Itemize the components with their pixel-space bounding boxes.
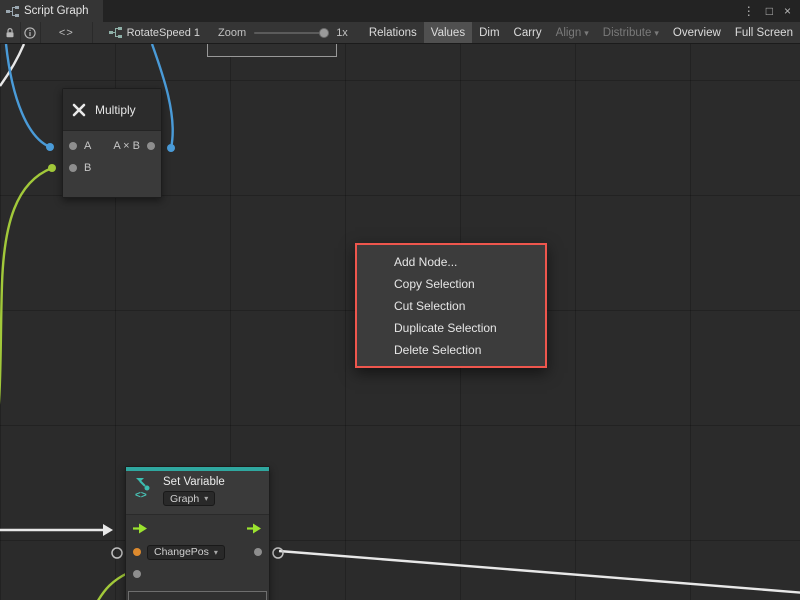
tab-bar: Script Graph ⋮ □ × bbox=[0, 0, 800, 22]
close-icon[interactable]: × bbox=[784, 4, 791, 18]
wire-white-flow-out bbox=[279, 551, 800, 593]
chevron-down-icon: ▾ bbox=[654, 22, 659, 44]
wire-blue-input-a bbox=[6, 44, 50, 147]
port-label-a: A bbox=[84, 140, 91, 152]
node-set-variable[interactable]: <> Set Variable Graph ▾ bbox=[125, 466, 270, 600]
fullscreen-button[interactable]: Full Screen bbox=[728, 22, 800, 44]
zoom-label: Zoom bbox=[218, 27, 246, 39]
code-view-button[interactable]: <> bbox=[41, 22, 92, 44]
input-value-port[interactable] bbox=[133, 570, 141, 578]
svg-text:<>: <> bbox=[135, 490, 147, 499]
port-row: A A × B bbox=[69, 135, 155, 157]
multiply-node-header: Multiply bbox=[63, 89, 161, 131]
set-variable-header: <> Set Variable Graph ▾ bbox=[126, 471, 269, 515]
graph-name-label: RotateSpeed 1 bbox=[127, 27, 200, 39]
panel-menu-icon[interactable]: ⋮ bbox=[743, 4, 755, 18]
wire-endpoint bbox=[167, 144, 175, 152]
port-label-b: B bbox=[84, 162, 91, 174]
flow-port-row bbox=[126, 515, 269, 541]
port-ring-right[interactable] bbox=[273, 548, 283, 558]
zoom-value: 1x bbox=[336, 27, 348, 39]
info-button[interactable] bbox=[21, 22, 41, 44]
set-variable-icon: <> bbox=[132, 475, 156, 499]
toolbar-separator bbox=[92, 22, 93, 44]
carry-button[interactable]: Carry bbox=[507, 22, 549, 44]
node-title: Multiply bbox=[95, 103, 136, 117]
wire-endpoint bbox=[48, 164, 56, 172]
align-button[interactable]: Align ▾ bbox=[549, 22, 596, 44]
overview-button[interactable]: Overview bbox=[666, 22, 728, 44]
menu-item-duplicate-selection[interactable]: Duplicate Selection bbox=[357, 317, 545, 339]
clipped-node[interactable] bbox=[207, 44, 337, 57]
lock-button[interactable] bbox=[0, 22, 20, 44]
distribute-button[interactable]: Distribute ▾ bbox=[596, 22, 666, 44]
multiply-node-body: A A × B B bbox=[63, 131, 161, 197]
flow-output-arrow-icon[interactable] bbox=[247, 523, 262, 534]
chevron-down-icon: ▾ bbox=[214, 548, 218, 557]
tab-title: Script Graph bbox=[24, 5, 89, 17]
menu-item-add-node[interactable]: Add Node... bbox=[357, 251, 545, 273]
value-port-row bbox=[126, 563, 269, 585]
variable-port-row: ChangePos ▾ bbox=[126, 541, 269, 563]
lock-icon bbox=[4, 27, 16, 39]
multiply-icon bbox=[71, 102, 87, 118]
set-variable-head-text: Set Variable Graph ▾ bbox=[163, 475, 225, 506]
port-label-result: A × B bbox=[113, 140, 140, 152]
variable-name-dropdown[interactable]: ChangePos ▾ bbox=[147, 545, 225, 560]
node-multiply[interactable]: Multiply A A × B B bbox=[62, 88, 162, 198]
output-value-port[interactable] bbox=[254, 548, 262, 556]
variable-name-port[interactable] bbox=[133, 548, 141, 556]
dim-button[interactable]: Dim bbox=[472, 22, 506, 44]
info-icon bbox=[24, 27, 36, 39]
port-row: B bbox=[69, 157, 155, 179]
tab-script-graph[interactable]: Script Graph bbox=[0, 0, 103, 22]
chevron-down-icon: ▾ bbox=[584, 22, 589, 44]
menu-item-delete-selection[interactable]: Delete Selection bbox=[357, 339, 545, 361]
input-port-a[interactable] bbox=[69, 142, 77, 150]
zoom-slider-knob[interactable] bbox=[319, 28, 329, 38]
graph-context-menu: Add Node... Copy Selection Cut Selection… bbox=[355, 243, 547, 368]
value-input-field[interactable] bbox=[128, 591, 267, 600]
graph-breadcrumb: RotateSpeed 1 bbox=[109, 27, 200, 39]
toolbar-buttons: Relations Values Dim Carry Align ▾ Distr… bbox=[362, 22, 800, 44]
variable-scope-dropdown[interactable]: Graph ▾ bbox=[163, 491, 215, 506]
flow-input-arrow-icon[interactable] bbox=[133, 523, 148, 534]
wire-endpoint bbox=[46, 143, 54, 151]
graph-canvas[interactable]: Multiply A A × B B bbox=[0, 44, 800, 600]
menu-item-copy-selection[interactable]: Copy Selection bbox=[357, 273, 545, 295]
chevron-down-icon: ▾ bbox=[204, 494, 208, 503]
flow-arrowhead bbox=[103, 524, 113, 536]
wire-green-input-b bbox=[0, 168, 52, 446]
input-port-b[interactable] bbox=[69, 164, 77, 172]
window-controls: ⋮ □ × bbox=[743, 0, 800, 22]
relations-button[interactable]: Relations bbox=[362, 22, 424, 44]
node-title: Set Variable bbox=[163, 476, 225, 488]
maximize-icon[interactable]: □ bbox=[766, 4, 773, 18]
output-port-result[interactable] bbox=[147, 142, 155, 150]
zoom-slider[interactable] bbox=[254, 32, 324, 34]
graph-icon bbox=[109, 27, 122, 38]
script-graph-icon bbox=[6, 6, 19, 17]
menu-item-cut-selection[interactable]: Cut Selection bbox=[357, 295, 545, 317]
port-ring-left[interactable] bbox=[112, 548, 122, 558]
script-graph-window: Script Graph ⋮ □ × <> bbox=[0, 0, 800, 600]
graph-toolbar: <> RotateSpeed 1 Zoom 1x Relations Value… bbox=[0, 22, 800, 44]
values-button[interactable]: Values bbox=[424, 22, 472, 44]
